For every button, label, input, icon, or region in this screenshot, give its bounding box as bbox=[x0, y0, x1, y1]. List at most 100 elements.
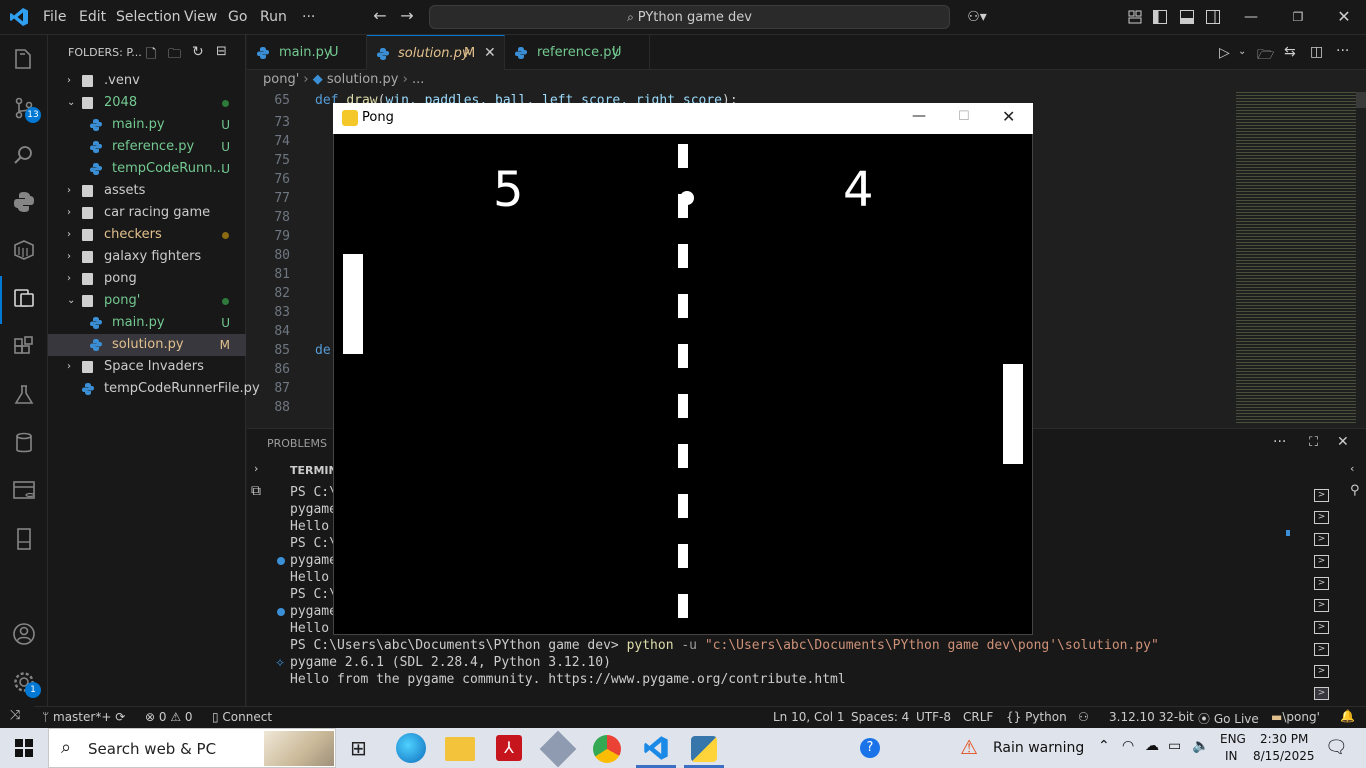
tab-close-icon[interactable]: ✕ bbox=[484, 36, 496, 71]
tab-main-py[interactable]: main.py U bbox=[247, 35, 367, 70]
container-icon[interactable] bbox=[0, 226, 48, 274]
terminal-instance-icon[interactable]: > bbox=[1314, 533, 1329, 546]
tree-folder[interactable]: ⌄ 2048 bbox=[48, 92, 246, 114]
copilot-status-icon[interactable]: ⚇ bbox=[1078, 710, 1089, 724]
editor-scrollbar[interactable] bbox=[1356, 92, 1366, 108]
refresh-icon[interactable]: ↻ bbox=[192, 44, 204, 60]
cursor-position[interactable]: Ln 10, Col 1 bbox=[773, 710, 845, 724]
windows-start-icon[interactable] bbox=[15, 739, 33, 757]
maximize-panel-icon[interactable]: ⛶ bbox=[1309, 435, 1318, 450]
pong-title-bar[interactable]: Pong — ☐ ✕ bbox=[333, 103, 1033, 134]
menu-view[interactable]: View bbox=[184, 9, 217, 25]
taskbar-search-box[interactable]: ⌕ Search web & PC bbox=[48, 728, 336, 768]
edge-browser-icon[interactable] bbox=[396, 733, 426, 763]
task-view-icon[interactable]: ⊞ bbox=[350, 736, 367, 760]
terminal-instance-icon[interactable]: > bbox=[1314, 643, 1329, 656]
tree-folder[interactable]: › car racing game bbox=[48, 202, 246, 224]
remote-indicator[interactable]: ⤨ bbox=[0, 706, 34, 728]
account-icon[interactable] bbox=[0, 610, 48, 658]
chevron-right-icon[interactable]: › bbox=[254, 462, 258, 475]
menu-run[interactable]: Run bbox=[260, 9, 287, 25]
tree-folder[interactable]: › pong bbox=[48, 268, 246, 290]
language-eng[interactable]: ENG bbox=[1220, 732, 1246, 746]
terminal-instance-icon[interactable]: > bbox=[1314, 577, 1329, 590]
weather-label[interactable]: Rain warning bbox=[993, 740, 1084, 756]
wifi-icon[interactable]: ◠ bbox=[1122, 738, 1134, 754]
tab-reference-py[interactable]: reference.py U bbox=[505, 35, 650, 70]
tree-file[interactable]: reference.py U bbox=[48, 136, 246, 158]
menu-go[interactable]: Go bbox=[228, 9, 247, 25]
terminal-instance-icon[interactable]: > bbox=[1314, 599, 1329, 612]
tree-file[interactable]: tempCodeRunnerFile.py bbox=[48, 378, 260, 400]
clock-time[interactable]: 2:30 PM bbox=[1260, 732, 1308, 746]
menu-more[interactable]: ··· bbox=[302, 9, 315, 25]
speaker-icon[interactable]: 🔈 bbox=[1192, 738, 1209, 754]
source-control-icon[interactable] bbox=[0, 84, 48, 132]
tab-solution-py[interactable]: solution.py M ✕ bbox=[367, 35, 505, 70]
tree-file[interactable]: solution.py M bbox=[48, 334, 246, 356]
breadcrumb-symbol[interactable]: ... bbox=[412, 72, 424, 87]
tree-file[interactable]: main.py U bbox=[48, 312, 246, 334]
forward-arrow-icon[interactable]: → bbox=[399, 8, 415, 24]
encoding[interactable]: UTF-8 bbox=[916, 710, 951, 724]
split-editor-icon[interactable]: ◫ bbox=[1310, 44, 1323, 60]
copilot-icon[interactable]: ⚇▾ bbox=[962, 9, 992, 25]
terminal-instance-icon[interactable]: > bbox=[1314, 489, 1329, 502]
folder-status[interactable]: ▬\pong' bbox=[1271, 710, 1320, 724]
tree-folder[interactable]: › assets bbox=[48, 180, 246, 202]
notebook-icon[interactable] bbox=[0, 515, 48, 563]
toggle-primary-sidebar-icon[interactable] bbox=[1153, 10, 1167, 24]
terminal-instance-icon[interactable]: > bbox=[1314, 665, 1329, 678]
command-decoration-dot[interactable] bbox=[277, 557, 285, 565]
tab-problems[interactable]: PROBLEMS bbox=[267, 437, 327, 450]
breadcrumb[interactable]: pong' › ◆ solution.py › ... bbox=[263, 72, 424, 87]
new-folder-icon[interactable]: 🗀 bbox=[168, 45, 181, 67]
tree-file[interactable]: main.py U bbox=[48, 114, 246, 136]
end-of-line[interactable]: CRLF bbox=[963, 710, 993, 724]
tree-folder[interactable]: › Space Invaders bbox=[48, 356, 246, 378]
notification-center-icon[interactable]: 🗨 bbox=[1325, 737, 1348, 758]
tray-chevron-icon[interactable]: ⌃ bbox=[1098, 738, 1110, 754]
vscode-logo-icon[interactable] bbox=[9, 7, 29, 27]
pong-close-icon[interactable]: ✕ bbox=[1002, 107, 1015, 126]
pin-icon[interactable]: ⚲ bbox=[1350, 483, 1360, 498]
terminal-header[interactable]: TERMIN bbox=[290, 464, 338, 477]
pong-minimize-icon[interactable]: — bbox=[912, 108, 926, 124]
onedrive-icon[interactable]: ☁ bbox=[1145, 738, 1159, 754]
acrobat-icon[interactable]: ⅄ bbox=[496, 735, 522, 761]
panel-more-icon[interactable]: ··· bbox=[1273, 434, 1286, 450]
battery-icon[interactable]: ▭ bbox=[1168, 738, 1181, 754]
run-dropdown-icon[interactable]: ⌄ bbox=[1238, 46, 1246, 57]
python-taskbar-icon[interactable] bbox=[691, 736, 717, 762]
more-actions-icon[interactable]: ··· bbox=[1336, 43, 1349, 59]
explorer-icon[interactable] bbox=[0, 35, 48, 83]
tree-folder[interactable]: › .venv bbox=[48, 70, 246, 92]
extensions-icon[interactable] bbox=[0, 323, 48, 371]
code-line-85[interactable]: de bbox=[315, 343, 331, 358]
sql-server-icon[interactable] bbox=[0, 467, 48, 515]
problems-status[interactable]: ⊗ 0 ⚠ 0 bbox=[145, 710, 193, 724]
menu-selection[interactable]: Selection bbox=[116, 9, 181, 25]
collapse-all-icon[interactable]: ⊟ bbox=[216, 44, 227, 59]
terminal-sticky-icon[interactable]: ⧉ bbox=[251, 483, 261, 499]
command-center-search[interactable]: ⌕ PYthon game dev bbox=[429, 5, 950, 29]
terminal-instance-icon[interactable]: > bbox=[1314, 687, 1329, 700]
chevron-up-icon[interactable]: ‹ bbox=[1350, 462, 1354, 475]
clock-date[interactable]: 8/15/2025 bbox=[1253, 749, 1315, 763]
restore-icon[interactable]: ❐ bbox=[1290, 9, 1306, 25]
branch-status[interactable]: ᛘ master*+ ⟳ bbox=[42, 710, 125, 724]
back-arrow-icon[interactable]: ← bbox=[372, 8, 388, 24]
command-decoration-dot[interactable] bbox=[277, 608, 285, 616]
terminal-instance-icon[interactable]: > bbox=[1314, 555, 1329, 568]
go-live[interactable]: ⦿ Go Live bbox=[1198, 710, 1259, 727]
language-mode[interactable]: {} Python bbox=[1006, 710, 1067, 724]
python-icon[interactable] bbox=[0, 178, 48, 226]
search-sidebar-icon[interactable] bbox=[0, 131, 48, 179]
new-file-icon[interactable]: 🗋 bbox=[146, 45, 156, 67]
testing-flask-icon[interactable] bbox=[0, 371, 48, 419]
vscode-taskbar-icon[interactable] bbox=[643, 735, 669, 761]
menu-edit[interactable]: Edit bbox=[79, 9, 106, 25]
run-icon[interactable]: ▷ bbox=[1219, 45, 1230, 61]
terminal-instance-icon[interactable]: > bbox=[1314, 511, 1329, 524]
menu-file[interactable]: File bbox=[43, 9, 66, 25]
